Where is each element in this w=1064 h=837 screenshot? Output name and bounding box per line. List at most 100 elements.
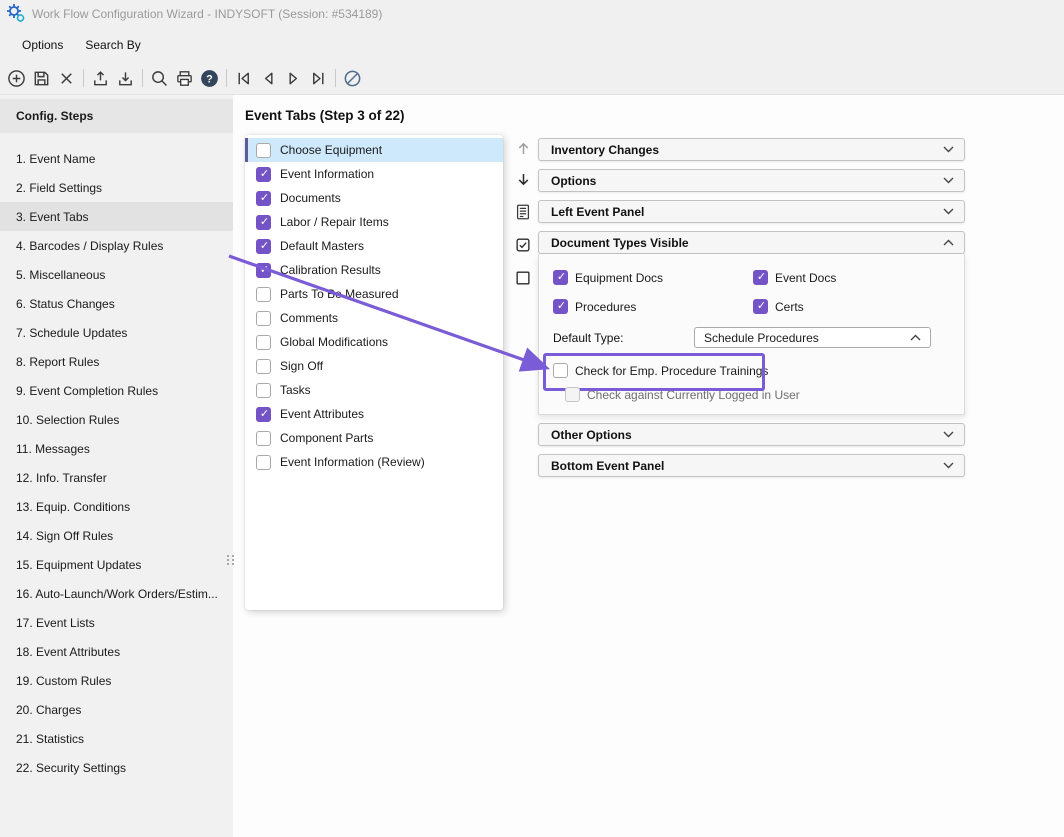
event-tab-row[interactable]: Documents [245,186,503,210]
sidebar-step-label: 10. Selection Rules [16,413,119,427]
section-header-inventory-changes[interactable]: Inventory Changes [538,138,965,161]
sidebar-step-item[interactable]: 5. Miscellaneous [0,260,233,289]
sidebar-step-item[interactable]: 15. Equipment Updates [0,550,233,579]
event-tab-row[interactable]: Tasks [245,378,503,402]
event-tab-row[interactable]: Comments [245,306,503,330]
sidebar-step-item[interactable]: 11. Messages [0,434,233,463]
logged-in-user-option[interactable]: Check against Currently Logged in User [565,387,950,402]
section-bottom-event-panel: Bottom Event Panel [538,454,965,477]
event-tab-row[interactable]: Choose Equipment [245,138,503,162]
sidebar-step-item[interactable]: 9. Event Completion Rules [0,376,233,405]
default-type-select[interactable]: Schedule Procedures [694,327,931,348]
sidebar-step-item[interactable]: 10. Selection Rules [0,405,233,434]
splitter-handle[interactable] [227,555,235,565]
save-icon[interactable] [29,66,54,91]
event-tab-row[interactable]: Parts To Be Measured [245,282,503,306]
delete-icon[interactable] [54,66,79,91]
first-record-icon[interactable] [231,66,256,91]
help-icon[interactable]: ? [197,66,222,91]
event-tab-checkbox[interactable] [256,455,271,470]
sidebar-step-item[interactable]: 19. Custom Rules [0,666,233,695]
event-tab-row[interactable]: Event Attributes [245,402,503,426]
sidebar-step-item[interactable]: 8. Report Rules [0,347,233,376]
document-type-checkbox[interactable] [553,270,568,285]
document-type-checkbox[interactable] [553,299,568,314]
document-type-option[interactable]: Equipment Docs [553,270,753,285]
event-tab-checkbox[interactable] [256,191,271,206]
event-tab-checkbox[interactable] [256,431,271,446]
move-up-icon[interactable] [511,136,535,160]
event-tab-label: Sign Off [280,359,323,373]
import-icon[interactable] [113,66,138,91]
sidebar-step-item[interactable]: 17. Event Lists [0,608,233,637]
event-tab-row[interactable]: Global Modifications [245,330,503,354]
event-tab-settings-panel: Inventory Changes Options Left Event Pan… [538,138,965,485]
last-record-icon[interactable] [306,66,331,91]
event-tab-checkbox[interactable] [256,335,271,350]
section-header-options[interactable]: Options [538,169,965,192]
print-icon[interactable] [172,66,197,91]
event-tab-checkbox[interactable] [256,143,271,158]
event-tab-checkbox[interactable] [256,383,271,398]
event-tab-checkbox[interactable] [256,407,271,422]
section-header-left-event-panel[interactable]: Left Event Panel [538,200,965,223]
sidebar-step-item[interactable]: 3. Event Tabs [0,202,233,231]
section-label: Bottom Event Panel [551,459,664,473]
event-tab-checkbox[interactable] [256,167,271,182]
menu-search-by[interactable]: Search By [83,35,142,55]
event-tab-checkbox[interactable] [256,239,271,254]
event-tab-checkbox[interactable] [256,359,271,374]
sidebar-step-item[interactable]: 14. Sign Off Rules [0,521,233,550]
event-tab-checkbox[interactable] [256,215,271,230]
sidebar-step-item[interactable]: 12. Info. Transfer [0,463,233,492]
section-header-document-types-visible[interactable]: Document Types Visible [538,231,965,254]
sidebar-step-item[interactable]: 6. Status Changes [0,289,233,318]
document-type-checkbox[interactable] [753,299,768,314]
sidebar-step-item[interactable]: 2. Field Settings [0,173,233,202]
document-type-option[interactable]: Certs [753,299,950,314]
emp-procedure-trainings-option[interactable]: Check for Emp. Procedure Trainings [553,363,768,378]
uncheck-all-icon[interactable] [511,266,535,290]
sidebar-step-item[interactable]: 7. Schedule Updates [0,318,233,347]
check-all-icon[interactable] [511,233,535,257]
next-record-icon[interactable] [281,66,306,91]
sidebar-step-item[interactable]: 1. Event Name [0,144,233,173]
config-steps-list: 1. Event Name 2. Field Settings 3. Event… [0,144,233,782]
search-icon[interactable] [147,66,172,91]
sidebar-step-item[interactable]: 20. Charges [0,695,233,724]
sidebar-step-item[interactable]: 4. Barcodes / Display Rules [0,231,233,260]
document-type-option[interactable]: Event Docs [753,270,950,285]
event-tab-checkbox[interactable] [256,287,271,302]
sidebar-step-item[interactable]: 18. Event Attributes [0,637,233,666]
move-down-icon[interactable] [511,167,535,191]
event-tab-row[interactable]: Default Masters [245,234,503,258]
sidebar-step-item[interactable]: 22. Security Settings [0,753,233,782]
add-icon[interactable] [4,66,29,91]
previous-record-icon[interactable] [256,66,281,91]
export-icon[interactable] [88,66,113,91]
form-icon[interactable] [511,200,535,224]
emp-procedure-trainings-checkbox[interactable] [553,363,568,378]
section-header-bottom-event-panel[interactable]: Bottom Event Panel [538,454,965,477]
menu-options[interactable]: Options [20,35,65,55]
event-tab-row[interactable]: Event Information (Review) [245,450,503,474]
sidebar-step-item[interactable]: 13. Equip. Conditions [0,492,233,521]
event-tab-row[interactable]: Calibration Results [245,258,503,282]
sidebar-step-item[interactable]: 16. Auto-Launch/Work Orders/Estim... [0,579,233,608]
logged-in-user-checkbox[interactable] [565,387,580,402]
event-tab-checkbox[interactable] [256,311,271,326]
config-steps-sidebar: Config. Steps 1. Event Name 2. Field Set… [0,95,233,837]
cancel-icon[interactable] [340,66,365,91]
sidebar-step-item[interactable]: 21. Statistics [0,724,233,753]
event-tab-row[interactable]: Labor / Repair Items [245,210,503,234]
event-tab-row[interactable]: Sign Off [245,354,503,378]
chevron-down-icon [943,431,954,438]
document-type-checkbox[interactable] [753,270,768,285]
event-tab-checkbox[interactable] [256,263,271,278]
event-tab-row[interactable]: Component Parts [245,426,503,450]
section-header-other-options[interactable]: Other Options [538,423,965,446]
sidebar-header: Config. Steps [0,99,233,133]
event-tab-row[interactable]: Event Information [245,162,503,186]
document-type-option[interactable]: Procedures [553,299,753,314]
chevron-down-icon [943,146,954,153]
